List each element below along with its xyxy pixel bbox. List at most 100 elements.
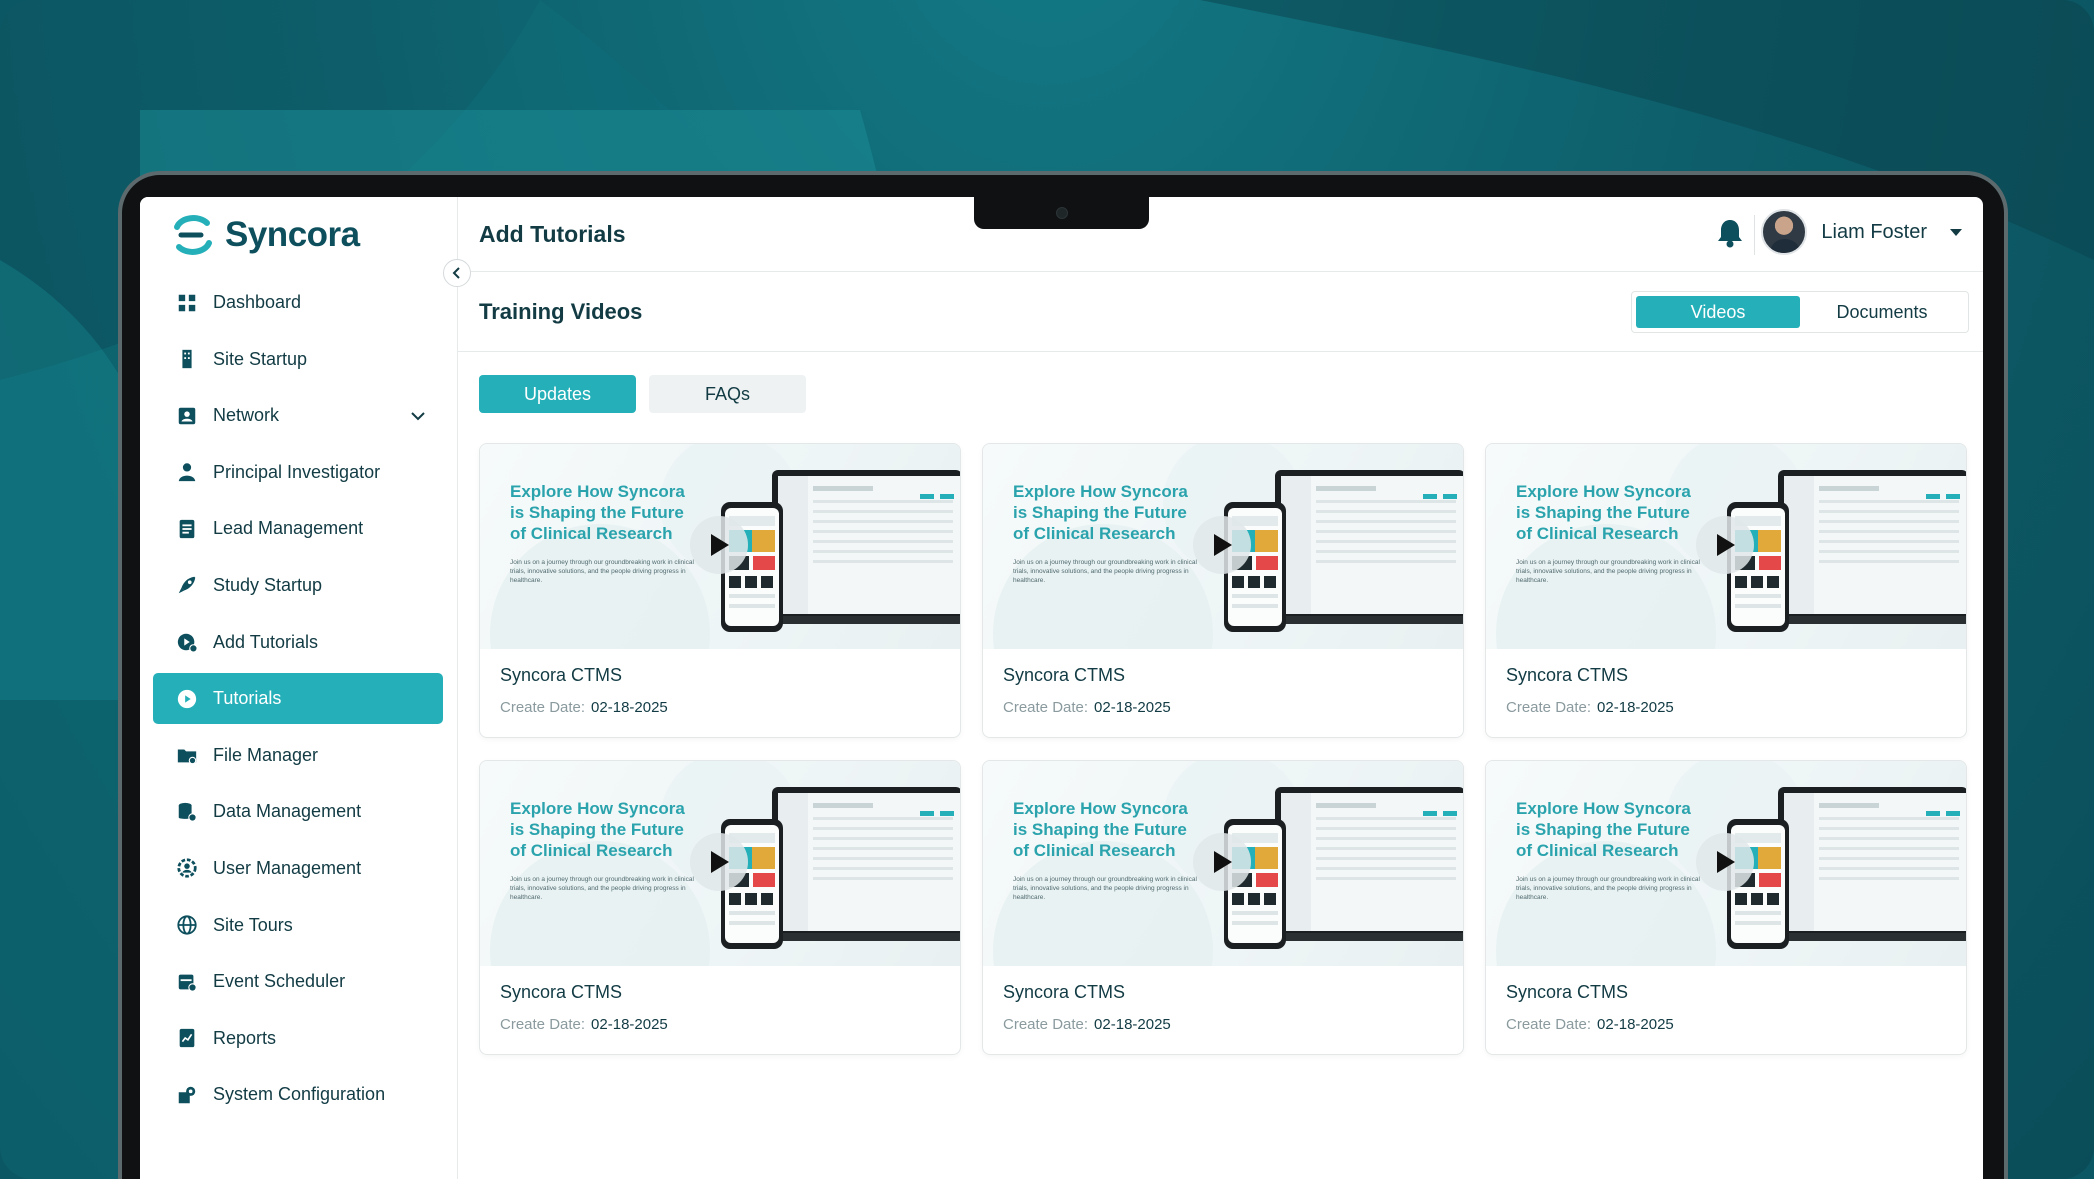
sidebar-item-study-startup[interactable]: Study Startup <box>153 560 443 611</box>
sidebar-nav: Dashboard Site Startup Network Principal In… <box>153 277 443 1126</box>
globe-icon <box>175 913 199 937</box>
video-add-icon <box>175 630 199 654</box>
brand-logo[interactable]: Syncora <box>171 213 360 257</box>
videos-toggle-button[interactable]: Videos <box>1636 296 1800 328</box>
sidebar-item-add-tutorials[interactable]: Add Tutorials <box>153 617 443 668</box>
database-icon <box>175 800 199 824</box>
sidebar-item-site-tours[interactable]: Site Tours <box>153 900 443 951</box>
thumbnail-headline: Explore How Syncora is Shaping the Futur… <box>510 482 685 543</box>
sidebar-item-label: System Configuration <box>213 1084 386 1105</box>
sidebar-item-lead-management[interactable]: Lead Management <box>153 503 443 554</box>
sidebar-item-tutorials[interactable]: Tutorials <box>153 673 443 725</box>
create-date-label: Create Date: <box>1003 1016 1089 1033</box>
sidebar-item-dashboard[interactable]: Dashboard <box>153 277 443 328</box>
report-icon <box>175 1026 199 1050</box>
sidebar-item-reports[interactable]: Reports <box>153 1013 443 1064</box>
play-button[interactable] <box>1193 833 1251 891</box>
collapse-sidebar-button[interactable] <box>443 259 471 287</box>
sidebar-item-label: Dashboard <box>213 292 302 312</box>
contact-card-icon <box>175 404 199 428</box>
card-body: Syncora CTMS Create Date: 02-18-2025 <box>983 966 1463 1047</box>
app-screen: Syncora Dashboard Site Startup Network Prin… <box>140 197 1983 1179</box>
sidebar-item-data-management[interactable]: Data Management <box>153 786 443 837</box>
tab-faqs[interactable]: FAQs <box>649 375 806 413</box>
play-icon <box>1717 534 1735 556</box>
page-title: Add Tutorials <box>479 220 626 247</box>
create-date-label: Create Date: <box>500 699 586 716</box>
video-thumbnail[interactable]: Explore How Syncora is Shaping the Futur… <box>480 761 960 966</box>
caret-down-icon <box>1950 229 1962 236</box>
header-divider <box>1754 215 1755 255</box>
video-title: Syncora CTMS <box>1506 665 1629 685</box>
video-card[interactable]: Explore How Syncora is Shaping the Futur… <box>479 760 961 1055</box>
video-meta: Create Date: 02-18-2025 <box>500 1016 940 1033</box>
section-title: Training Videos <box>479 298 643 324</box>
notifications-button[interactable] <box>1715 217 1745 254</box>
card-body: Syncora CTMS Create Date: 02-18-2025 <box>1486 649 1966 730</box>
video-thumbnail[interactable]: Explore How Syncora is Shaping the Futur… <box>983 444 1463 649</box>
user-menu[interactable]: Liam Foster <box>1761 209 1963 255</box>
create-date-value: 02-18-2025 <box>1094 699 1171 716</box>
video-thumbnail[interactable]: Explore How Syncora is Shaping the Futur… <box>1486 444 1966 649</box>
video-card[interactable]: Explore How Syncora is Shaping the Futur… <box>982 760 1464 1055</box>
sidebar: Syncora Dashboard Site Startup Network Prin… <box>140 197 458 1179</box>
thumbnail-headline: Explore How Syncora is Shaping the Futur… <box>1516 799 1691 860</box>
chevron-left-icon <box>452 267 460 279</box>
create-date-value: 02-18-2025 <box>1094 1016 1171 1033</box>
card-body: Syncora CTMS Create Date: 02-18-2025 <box>983 649 1463 730</box>
sidebar-item-network[interactable]: Network <box>153 390 443 441</box>
thumbnail-subtext: Join us on a journey through our groundb… <box>1013 876 1197 901</box>
sidebar-item-label: Site Startup <box>213 348 308 369</box>
sidebar-item-site-startup[interactable]: Site Startup <box>153 334 443 385</box>
sidebar-item-label: Study Startup <box>213 574 323 595</box>
play-icon <box>1717 851 1735 873</box>
content-type-toggle: Videos Documents <box>1631 291 1969 333</box>
sidebar-item-label: File Manager <box>213 744 319 765</box>
play-button[interactable] <box>1696 516 1754 574</box>
video-title: Syncora CTMS <box>500 665 623 685</box>
create-date-value: 02-18-2025 <box>591 1016 668 1033</box>
documents-toggle-button[interactable]: Documents <box>1800 296 1964 328</box>
play-button[interactable] <box>1193 516 1251 574</box>
video-thumbnail[interactable]: Explore How Syncora is Shaping the Futur… <box>1486 761 1966 966</box>
play-button[interactable] <box>1696 833 1754 891</box>
folder-icon <box>175 743 199 767</box>
play-icon <box>711 851 729 873</box>
sidebar-item-label: Event Scheduler <box>213 971 346 992</box>
video-meta: Create Date: 02-18-2025 <box>1506 1016 1946 1033</box>
sidebar-item-label: Reports <box>213 1027 277 1048</box>
sidebar-item-event-scheduler[interactable]: Event Scheduler <box>153 956 443 1007</box>
video-card[interactable]: Explore How Syncora is Shaping the Futur… <box>982 443 1464 738</box>
user-gear-icon <box>175 856 199 880</box>
video-card[interactable]: Explore How Syncora is Shaping the Futur… <box>1485 443 1967 738</box>
video-card[interactable]: Explore How Syncora is Shaping the Futur… <box>479 443 961 738</box>
chevron-down-icon[interactable] <box>411 405 425 426</box>
play-icon <box>711 534 729 556</box>
tab-updates[interactable]: Updates <box>479 375 636 413</box>
play-circle-icon <box>175 687 199 711</box>
video-meta: Create Date: 02-18-2025 <box>1003 1016 1443 1033</box>
top-bar: Add Tutorials Liam Foster <box>458 197 1983 272</box>
sidebar-item-file-manager[interactable]: File Manager <box>153 730 443 781</box>
card-body: Syncora CTMS Create Date: 02-18-2025 <box>1486 966 1966 1047</box>
sidebar-item-label: User Management <box>213 857 362 878</box>
video-thumbnail[interactable]: Explore How Syncora is Shaping the Futur… <box>983 761 1463 966</box>
thumbnail-subtext: Join us on a journey through our groundb… <box>1516 876 1700 901</box>
play-button[interactable] <box>690 833 748 891</box>
sidebar-item-user-management[interactable]: User Management <box>153 843 443 894</box>
video-card[interactable]: Explore How Syncora is Shaping the Futur… <box>1485 760 1967 1055</box>
video-title: Syncora CTMS <box>1003 982 1126 1002</box>
brand-name: Syncora <box>225 215 360 254</box>
calendar-icon <box>175 970 199 994</box>
sidebar-item-system-configuration[interactable]: System Configuration <box>153 1069 443 1120</box>
video-thumbnail[interactable]: Explore How Syncora is Shaping the Futur… <box>480 444 960 649</box>
sidebar-item-principal-investigator[interactable]: Principal Investigator <box>153 447 443 498</box>
document-list-icon <box>175 517 199 541</box>
grid-icon <box>175 291 199 315</box>
create-date-label: Create Date: <box>1506 1016 1592 1033</box>
play-button[interactable] <box>690 516 748 574</box>
card-body: Syncora CTMS Create Date: 02-18-2025 <box>480 649 960 730</box>
settings-icon <box>175 1083 199 1107</box>
thumbnail-headline: Explore How Syncora is Shaping the Futur… <box>1516 482 1691 543</box>
thumbnail-subtext: Join us on a journey through our groundb… <box>510 559 694 584</box>
